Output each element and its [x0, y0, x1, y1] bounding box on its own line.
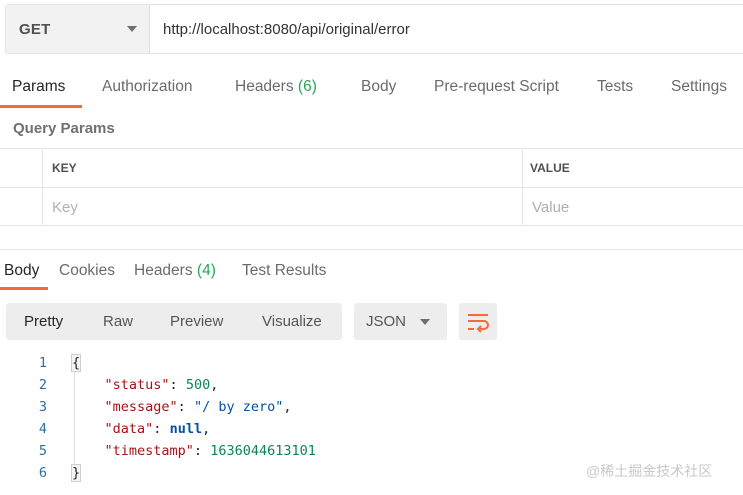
code-text: } [70, 464, 82, 482]
line-number: 1 [38, 355, 47, 371]
query-params-title: Query Params [13, 120, 115, 137]
tab-authorization[interactable]: Authorization [102, 78, 192, 96]
param-value-input[interactable] [532, 189, 732, 225]
wrap-lines-button[interactable] [459, 303, 497, 340]
wrap-lines-icon [468, 314, 489, 333]
code-line: 1 { [0, 354, 743, 377]
tab-tests[interactable]: Tests [597, 78, 633, 96]
tab-response-body[interactable]: Body [4, 262, 39, 280]
active-tab-indicator [0, 105, 82, 108]
json-key: "timestamp" [104, 443, 194, 459]
format-select[interactable]: JSON [354, 303, 447, 340]
response-tabs: Body Cookies Headers (4) Test Results [0, 256, 743, 290]
watermark: @稀土掘金技术社区 [586, 463, 713, 479]
row-divider [0, 187, 743, 188]
code-text: "data": null, [104, 421, 211, 437]
tab-body[interactable]: Body [361, 78, 396, 96]
format-label: JSON [366, 313, 407, 330]
chevron-down-icon [127, 26, 137, 32]
tab-test-results[interactable]: Test Results [242, 262, 326, 280]
query-params-table: KEY VALUE [0, 148, 743, 226]
code-text: "timestamp": 1636044613101 [104, 443, 316, 459]
line-number: 4 [38, 421, 47, 437]
json-key: "data" [104, 421, 154, 437]
json-key: "status" [104, 377, 170, 393]
headers-count: (6) [297, 78, 317, 95]
column-header-key: KEY [52, 161, 77, 175]
line-number: 3 [38, 399, 47, 415]
tab-params[interactable]: Params [12, 78, 65, 96]
json-value: null [169, 421, 203, 437]
view-preview-button[interactable]: Preview [170, 313, 223, 330]
json-value: 1636044613101 [210, 443, 316, 459]
code-line: 4 "data": null, [0, 421, 743, 443]
view-mode-group: Pretty Raw Preview Visualize [6, 303, 342, 340]
json-key: "message" [104, 399, 178, 415]
code-text: "message": "/ by zero", [104, 399, 292, 415]
code-line: 2 "status": 500, [0, 377, 743, 399]
tab-pre-request-script[interactable]: Pre-request Script [434, 78, 559, 96]
tab-headers[interactable]: Headers (6) [235, 78, 317, 96]
json-value: 500 [185, 377, 211, 393]
code-text: { [70, 354, 82, 372]
request-url-bar: GET [0, 4, 743, 54]
request-tabs: Params Authorization Headers (6) Body Pr… [0, 72, 743, 108]
open-brace: { [70, 354, 82, 372]
method-label: GET [19, 21, 51, 38]
url-input[interactable] [149, 4, 743, 54]
line-number: 5 [38, 443, 47, 459]
active-response-tab-indicator [0, 287, 48, 290]
column-header-value: VALUE [530, 161, 570, 175]
close-brace: } [70, 464, 82, 482]
json-value: "/ by zero" [193, 399, 284, 415]
tab-response-headers[interactable]: Headers (4) [134, 262, 216, 280]
view-visualize-button[interactable]: Visualize [262, 313, 322, 330]
line-number: 2 [38, 377, 47, 393]
chevron-down-icon [420, 319, 430, 325]
view-pretty-button[interactable]: Pretty [24, 313, 63, 330]
param-key-input[interactable] [52, 189, 512, 225]
view-raw-button[interactable]: Raw [103, 313, 133, 330]
method-select[interactable]: GET [5, 4, 149, 54]
code-line: 3 "message": "/ by zero", [0, 399, 743, 421]
line-number: 6 [38, 465, 47, 481]
response-headers-count: (4) [196, 262, 216, 279]
response-divider [0, 249, 743, 250]
tab-settings[interactable]: Settings [671, 78, 727, 96]
tab-response-cookies[interactable]: Cookies [59, 262, 115, 280]
code-text: "status": 500, [104, 377, 219, 393]
